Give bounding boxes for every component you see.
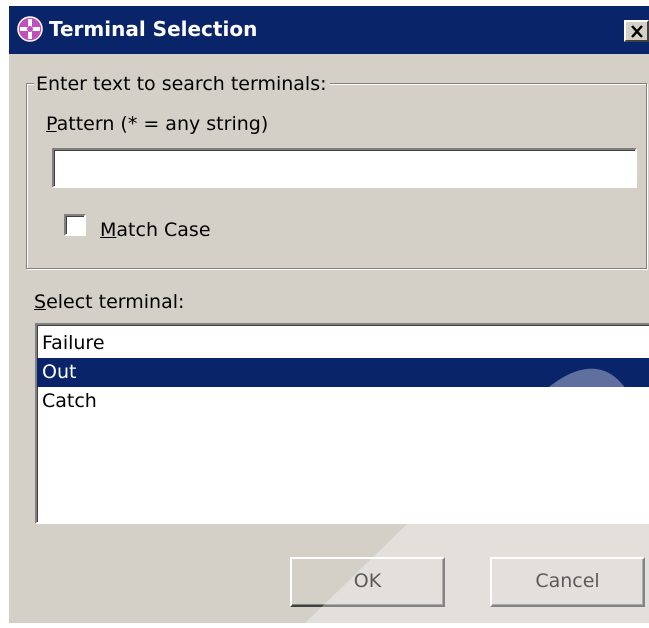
terminal-item-out[interactable]: Out: [37, 358, 649, 387]
pattern-label: Pattern (* = any string): [46, 112, 268, 136]
title-bar[interactable]: Terminal Selection: [9, 6, 649, 54]
dialog-title: Terminal Selection: [49, 17, 258, 41]
pattern-label-mnemonic: P: [46, 113, 57, 135]
match-case-label[interactable]: Match Case: [100, 218, 211, 242]
terminal-item-catch[interactable]: Catch: [37, 387, 649, 416]
select-terminal-mnemonic: S: [34, 291, 47, 313]
pattern-input[interactable]: [52, 148, 637, 188]
terminal-listbox[interactable]: Failure Out Catch: [35, 323, 649, 524]
terminal-selection-dialog: Terminal Selection Enter text to search …: [8, 5, 649, 623]
match-case-text: atch Case: [116, 219, 211, 241]
terminal-selection-icon: [17, 16, 43, 42]
close-icon: [631, 25, 643, 38]
search-group-legend: Enter text to search terminals:: [34, 73, 330, 95]
select-terminal-label: Select terminal:: [34, 290, 184, 314]
close-button[interactable]: [624, 20, 649, 42]
terminal-item-failure[interactable]: Failure: [37, 329, 649, 358]
match-case-checkbox[interactable]: [64, 214, 86, 236]
cancel-button[interactable]: Cancel: [490, 557, 645, 607]
pattern-label-text: attern (* = any string): [56, 113, 269, 135]
match-case-mnemonic: M: [100, 219, 117, 241]
ok-button[interactable]: OK: [290, 557, 445, 607]
select-terminal-text: elect terminal:: [46, 291, 185, 313]
